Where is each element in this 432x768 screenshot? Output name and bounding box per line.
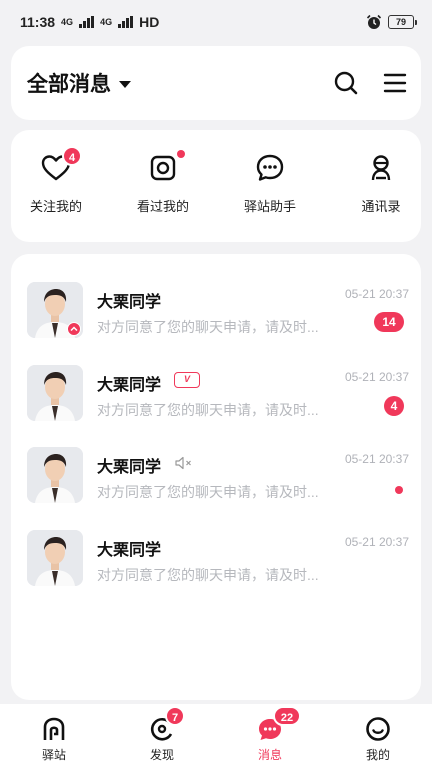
quick-tab-label: 看过我的 bbox=[136, 199, 189, 214]
message-row[interactable]: 大栗同学 V 05-21 20:37 对方同意了您的聊天申请，请及时... 4 bbox=[11, 337, 421, 421]
message-preview: 对方同意了您的聊天申请，请及时... bbox=[97, 319, 319, 335]
message-preview: 对方同意了您的聊天申请，请及时... bbox=[97, 484, 319, 500]
message-filter-dropdown[interactable]: 全部消息 bbox=[27, 68, 131, 98]
nav-label: 消息 bbox=[257, 748, 282, 762]
chat-bubble-icon bbox=[256, 154, 284, 181]
unread-dot bbox=[395, 486, 403, 494]
message-time: 05-21 20:37 bbox=[344, 535, 409, 549]
discover-count-badge: 7 bbox=[165, 706, 186, 726]
nav-item-me[interactable]: 我的 bbox=[338, 716, 418, 763]
search-icon[interactable] bbox=[333, 70, 359, 96]
nav-label: 发现 bbox=[149, 748, 174, 762]
alarm-icon bbox=[366, 14, 382, 29]
avatar[interactable] bbox=[27, 530, 83, 586]
signal-icon bbox=[118, 16, 134, 28]
quick-tab-assistant[interactable]: 驿站助手 bbox=[225, 152, 315, 215]
unread-count-badge: 4 bbox=[384, 396, 404, 416]
person-portrait-icon bbox=[27, 365, 83, 421]
nav-item-messages[interactable]: 22 消息 bbox=[230, 706, 310, 763]
message-time: 05-21 20:37 bbox=[344, 370, 409, 384]
message-time: 05-21 20:37 bbox=[344, 452, 409, 466]
contact-name: 大栗同学 bbox=[97, 377, 162, 394]
contacts-icon bbox=[371, 155, 391, 181]
message-row[interactable]: 大栗同学 05-21 20:37 对方同意了您的聊天申请，请及时... bbox=[11, 419, 421, 503]
quick-tab-followers[interactable]: 4 关注我的 bbox=[11, 146, 101, 215]
chevron-up-icon bbox=[67, 322, 81, 336]
contact-name: 大栗同学 bbox=[97, 294, 162, 311]
nav-item-discover[interactable]: 7 发现 bbox=[122, 706, 202, 763]
message-preview: 对方同意了您的聊天申请，请及时... bbox=[97, 402, 319, 418]
message-time: 05-21 20:37 bbox=[344, 287, 409, 301]
avatar[interactable] bbox=[27, 447, 83, 503]
avatar[interactable] bbox=[27, 282, 83, 338]
bottom-nav: 驿站 7 发现 22 消息 我的 bbox=[0, 704, 432, 768]
network-type-2: 4G bbox=[100, 16, 113, 27]
status-time: 11:38 bbox=[20, 14, 56, 30]
contact-name: 大栗同学 bbox=[97, 542, 162, 559]
battery-level: 79 bbox=[395, 17, 406, 27]
header-card: 全部消息 bbox=[11, 46, 421, 120]
message-row[interactable]: 大栗同学 05-21 20:37 对方同意了您的聊天申请，请及时... 14 bbox=[11, 254, 421, 338]
nav-item-station[interactable]: 驿站 bbox=[14, 716, 94, 763]
signal-icon bbox=[79, 16, 95, 28]
quick-tabs-card: 4 关注我的 看过我的 驿站助手 通讯录 bbox=[11, 130, 421, 242]
dropdown-caret-icon bbox=[119, 80, 131, 88]
camera-icon bbox=[150, 155, 176, 181]
message-preview: 对方同意了您的聊天申请，请及时... bbox=[97, 567, 319, 583]
person-portrait-icon bbox=[27, 447, 83, 503]
battery-icon: 79 bbox=[388, 15, 417, 29]
message-list: 大栗同学 05-21 20:37 对方同意了您的聊天申请，请及时... 14 大… bbox=[11, 254, 421, 700]
quick-tab-label: 通讯录 bbox=[361, 199, 401, 214]
viewers-new-dot bbox=[177, 150, 185, 158]
unread-count-badge: 14 bbox=[374, 312, 404, 332]
hd-indicator: HD bbox=[139, 14, 160, 30]
mute-icon bbox=[175, 456, 191, 470]
contact-name: 大栗同学 bbox=[97, 459, 162, 476]
station-icon bbox=[43, 717, 65, 740]
quick-tab-label: 关注我的 bbox=[29, 199, 82, 214]
avatar[interactable] bbox=[27, 365, 83, 421]
nav-label: 我的 bbox=[365, 748, 390, 762]
messages-count-badge: 22 bbox=[273, 706, 301, 726]
person-portrait-icon bbox=[27, 530, 83, 586]
quick-tab-contacts[interactable]: 通讯录 bbox=[336, 152, 426, 215]
menu-icon[interactable] bbox=[382, 70, 408, 96]
status-bar: 11:38 4G 4G HD 79 bbox=[0, 0, 432, 44]
quick-tab-label: 驿站助手 bbox=[243, 199, 296, 214]
message-row[interactable]: 大栗同学 05-21 20:37 对方同意了您的聊天申请，请及时... bbox=[11, 502, 421, 586]
followers-count-badge: 4 bbox=[62, 146, 83, 166]
network-type-1: 4G bbox=[61, 16, 74, 27]
page-title: 全部消息 bbox=[27, 73, 111, 96]
profile-icon bbox=[366, 717, 390, 741]
nav-label: 驿站 bbox=[41, 748, 66, 762]
quick-tab-viewers[interactable]: 看过我的 bbox=[118, 150, 208, 215]
vip-icon: V bbox=[174, 372, 200, 388]
